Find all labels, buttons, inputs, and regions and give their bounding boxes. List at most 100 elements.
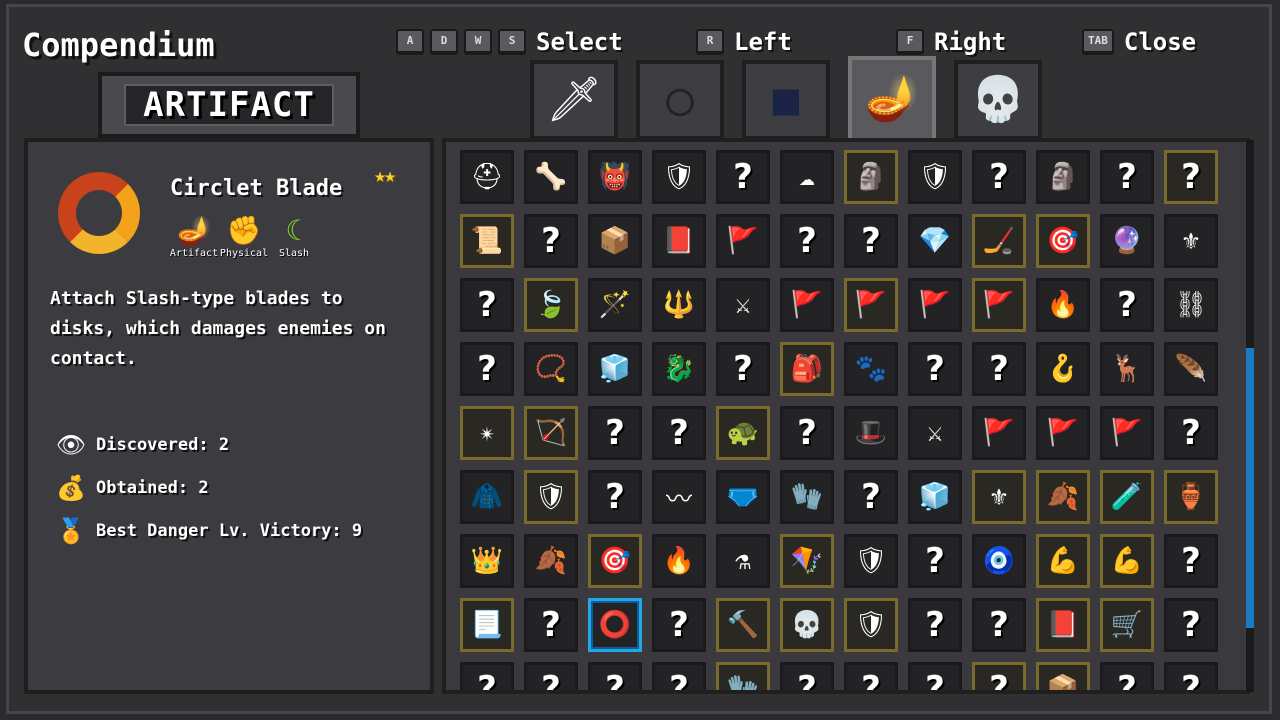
tab-mask[interactable]: 💀 <box>954 60 1042 140</box>
item-cell-crest[interactable]: ⚜ <box>1164 214 1218 268</box>
item-cell-potion[interactable]: 🧪 <box>1100 470 1154 524</box>
unknown-item-cell[interactable]: ? <box>588 470 642 524</box>
unknown-item-cell[interactable]: ? <box>652 406 706 460</box>
item-cell-shield[interactable]: 🛡 <box>908 150 962 204</box>
unknown-item-cell[interactable]: ? <box>1100 150 1154 204</box>
scrollbar-thumb[interactable] <box>1246 348 1254 628</box>
hint-close[interactable]: TAB Close <box>1082 28 1196 56</box>
item-cell-armor[interactable]: 🛡 <box>652 150 706 204</box>
unknown-item-cell[interactable]: ? <box>460 662 514 690</box>
unknown-item-cell[interactable]: ? <box>460 278 514 332</box>
item-cell-shell[interactable]: 🐢 <box>716 406 770 460</box>
item-cell-shield[interactable]: 🛡 <box>524 470 578 524</box>
item-cell-dragon[interactable]: 🐉 <box>652 342 706 396</box>
unknown-item-cell[interactable]: ? <box>908 662 962 690</box>
item-cell-claws[interactable]: 🦴 <box>524 150 578 204</box>
item-cell-skull[interactable]: 💀 <box>780 598 834 652</box>
unknown-item-cell[interactable]: ? <box>1164 598 1218 652</box>
item-cell-stick[interactable]: 〰 <box>652 470 706 524</box>
item-cell-cart[interactable]: 🛒 <box>1100 598 1154 652</box>
tab-sword[interactable]: 🗡 <box>530 60 618 140</box>
unknown-item-cell[interactable]: ? <box>524 662 578 690</box>
item-cell-paper[interactable]: 📃 <box>460 598 514 652</box>
unknown-item-cell[interactable]: ? <box>972 342 1026 396</box>
item-cell-sword[interactable]: ⚔ <box>716 278 770 332</box>
unknown-item-cell[interactable]: ? <box>1100 278 1154 332</box>
item-cell-box[interactable]: 📦 <box>588 214 642 268</box>
item-cell-bag[interactable]: 🎒 <box>780 342 834 396</box>
item-cell-bow[interactable]: 🏹 <box>524 406 578 460</box>
unknown-item-cell[interactable]: ? <box>1164 150 1218 204</box>
unknown-item-cell[interactable]: ? <box>652 598 706 652</box>
item-cell-arm[interactable]: 💪 <box>1100 534 1154 588</box>
item-cell-jar[interactable]: 🏺 <box>1164 470 1218 524</box>
item-cell-shield[interactable]: 🛡 <box>844 534 898 588</box>
item-cell-orb[interactable]: 🔮 <box>1100 214 1154 268</box>
item-cell-banner[interactable]: 🚩 <box>1036 406 1090 460</box>
item-cell-cloak[interactable]: 🧥 <box>460 470 514 524</box>
item-cell-paw[interactable]: 🐾 <box>844 342 898 396</box>
unknown-item-cell[interactable]: ? <box>972 598 1026 652</box>
item-cell-eye[interactable]: 🧿 <box>972 534 1026 588</box>
item-cell-hood[interactable]: 🔥 <box>1036 278 1090 332</box>
scrollbar[interactable] <box>1246 140 1254 692</box>
item-cell-cube[interactable]: 🧊 <box>588 342 642 396</box>
item-cell-banner[interactable]: 🚩 <box>908 278 962 332</box>
tab-square[interactable]: ■ <box>742 60 830 140</box>
hint-right[interactable]: F Right <box>896 28 1006 56</box>
tab-circle[interactable]: ◯ <box>636 60 724 140</box>
unknown-item-cell[interactable]: ? <box>780 214 834 268</box>
item-cell-arm[interactable]: 💪 <box>1036 534 1090 588</box>
item-cell-banner[interactable]: 🚩 <box>780 278 834 332</box>
item-cell-crest[interactable]: ⚜ <box>972 470 1026 524</box>
item-cell-glove[interactable]: 🧤 <box>716 662 770 690</box>
item-cell-vial[interactable]: ⚗ <box>716 534 770 588</box>
unknown-item-cell[interactable]: ? <box>716 342 770 396</box>
item-cell-leaf[interactable]: 🍃 <box>524 278 578 332</box>
item-cell-arrows[interactable]: 🎯 <box>588 534 642 588</box>
unknown-item-cell[interactable]: ? <box>524 598 578 652</box>
item-cell-box[interactable]: 📦 <box>1036 662 1090 690</box>
item-cell-chain[interactable]: ⛓ <box>1164 278 1218 332</box>
unknown-item-cell[interactable]: ? <box>908 342 962 396</box>
tab-lamp[interactable]: 🪔 <box>848 56 936 142</box>
item-cell-pendant[interactable]: 📿 <box>524 342 578 396</box>
item-cell-wand[interactable]: 🪄 <box>588 278 642 332</box>
unknown-item-cell[interactable]: ? <box>844 470 898 524</box>
item-cell-helm[interactable]: ⛑ <box>460 150 514 204</box>
item-cell-armor[interactable]: 🛡 <box>844 598 898 652</box>
item-cell-totem[interactable]: 🗿 <box>844 150 898 204</box>
item-cell-gem[interactable]: 💎 <box>908 214 962 268</box>
item-cell-bust[interactable]: 🗿 <box>1036 150 1090 204</box>
item-cell-staff[interactable]: 🏒 <box>972 214 1026 268</box>
item-cell-cloud[interactable]: ☁ <box>780 150 834 204</box>
unknown-item-cell[interactable]: ? <box>716 150 770 204</box>
unknown-item-cell[interactable]: ? <box>524 214 578 268</box>
unknown-item-cell[interactable]: ? <box>460 342 514 396</box>
unknown-item-cell[interactable]: ? <box>844 662 898 690</box>
item-cell-book[interactable]: 📕 <box>1036 598 1090 652</box>
item-cell-banner[interactable]: 🚩 <box>1100 406 1154 460</box>
unknown-item-cell[interactable]: ? <box>588 662 642 690</box>
unknown-item-cell[interactable]: ? <box>844 214 898 268</box>
item-cell-target[interactable]: 🎯 <box>1036 214 1090 268</box>
item-cell-hat[interactable]: 🎩 <box>844 406 898 460</box>
item-cell-sword[interactable]: ⚔ <box>908 406 962 460</box>
item-cell-scroll[interactable]: 📜 <box>460 214 514 268</box>
unknown-item-cell[interactable]: ? <box>908 598 962 652</box>
item-cell-kite[interactable]: 🪁 <box>780 534 834 588</box>
unknown-item-cell[interactable]: ? <box>972 662 1026 690</box>
item-cell-ring[interactable]: ⭕ <box>588 598 642 652</box>
item-cell-cube[interactable]: 🧊 <box>908 470 962 524</box>
item-cell-hook[interactable]: 🪝 <box>1036 342 1090 396</box>
unknown-item-cell[interactable]: ? <box>1100 662 1154 690</box>
item-cell-horns[interactable]: 🦌 <box>1100 342 1154 396</box>
item-cell-glove[interactable]: 🧤 <box>780 470 834 524</box>
item-cell-hammer[interactable]: 🔨 <box>716 598 770 652</box>
item-cell-banner[interactable]: 🚩 <box>972 278 1026 332</box>
item-cell-crown[interactable]: 👑 <box>460 534 514 588</box>
item-cell-fire[interactable]: 🔥 <box>652 534 706 588</box>
unknown-item-cell[interactable]: ? <box>1164 662 1218 690</box>
item-cell-feather[interactable]: 🍂 <box>524 534 578 588</box>
item-cell-claw[interactable]: 🪶 <box>1164 342 1218 396</box>
